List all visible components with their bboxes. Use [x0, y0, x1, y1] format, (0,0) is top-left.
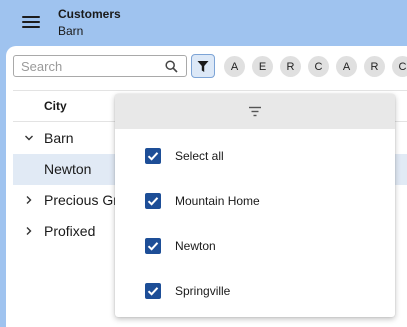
- filter-icon: [197, 60, 209, 72]
- list-item-label: Precious Gr: [44, 192, 118, 208]
- popup-header: [115, 94, 395, 129]
- filter-lines-icon: [249, 106, 261, 117]
- search-input[interactable]: [21, 58, 161, 74]
- checkbox[interactable]: [145, 238, 161, 254]
- search-box[interactable]: [13, 55, 187, 77]
- chip[interactable]: R: [364, 56, 385, 77]
- chip[interactable]: A: [336, 56, 357, 77]
- checkbox[interactable]: [145, 148, 161, 164]
- checkmark-icon: [147, 287, 159, 296]
- filter-option[interactable]: Springville: [145, 281, 385, 301]
- option-label: Select all: [175, 149, 224, 163]
- filter-option[interactable]: Mountain Home: [145, 191, 385, 211]
- chip[interactable]: A: [224, 56, 245, 77]
- list-item-label: Barn: [44, 130, 74, 146]
- checkmark-icon: [147, 197, 159, 206]
- option-label: Newton: [175, 239, 216, 253]
- option-label: Springville: [175, 284, 231, 298]
- filter-option-select-all[interactable]: Select all: [145, 146, 385, 166]
- chip[interactable]: R: [280, 56, 301, 77]
- checkmark-icon: [147, 242, 159, 251]
- chevron-right-icon[interactable]: [24, 226, 34, 236]
- checkmark-icon: [147, 152, 159, 161]
- checkbox[interactable]: [145, 193, 161, 209]
- option-label: Mountain Home: [175, 194, 260, 208]
- app-bar: Customers Barn: [0, 0, 407, 46]
- filter-popup: Select all Mountain Home Newton Springvi…: [115, 94, 395, 317]
- chip[interactable]: C: [308, 56, 329, 77]
- filter-option[interactable]: Newton: [145, 236, 385, 256]
- column-header-city[interactable]: City: [44, 99, 67, 113]
- checkbox[interactable]: [145, 283, 161, 299]
- filter-button[interactable]: [191, 54, 215, 78]
- app-subtitle: Barn: [58, 24, 84, 38]
- chevron-right-icon[interactable]: [24, 195, 34, 205]
- chip[interactable]: E: [252, 56, 273, 77]
- list-item-label: Newton: [44, 161, 92, 177]
- app-title: Customers: [58, 7, 121, 21]
- menu-icon[interactable]: [22, 15, 40, 29]
- chip[interactable]: C: [392, 56, 407, 77]
- list-item-label: Profixed: [44, 223, 96, 239]
- chevron-down-icon[interactable]: [24, 133, 34, 143]
- search-icon[interactable]: [165, 60, 178, 73]
